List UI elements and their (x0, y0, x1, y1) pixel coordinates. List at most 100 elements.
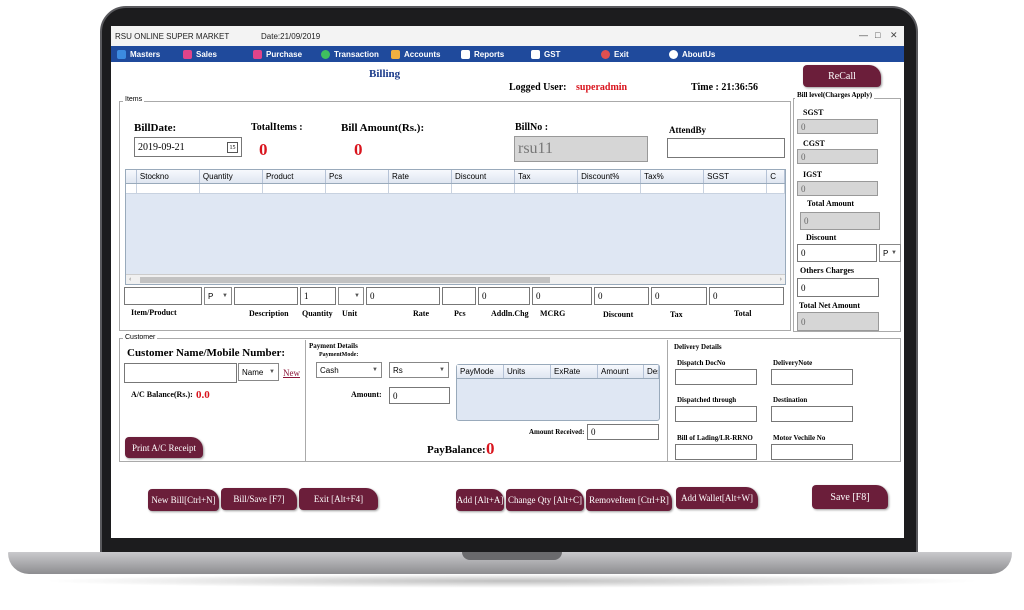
delivery-note-input[interactable] (771, 369, 853, 385)
search-by-value: Name (242, 367, 264, 377)
new-bill-button[interactable]: New Bill[Ctrl+N] (148, 489, 219, 511)
col-units[interactable]: Units (504, 365, 551, 378)
payment-mode-label: PaymentMode: (319, 352, 359, 358)
rate-input[interactable]: 0 (366, 287, 440, 305)
new-customer-link[interactable]: New (283, 368, 300, 378)
menu-sales[interactable]: Sales (183, 48, 217, 60)
col-product[interactable]: Product (263, 170, 326, 183)
bill-of-lading-input[interactable] (675, 444, 757, 460)
amount-input[interactable]: 0 (389, 387, 450, 404)
remove-item-button[interactable]: RemoveItem [Ctrl+R] (586, 489, 672, 511)
pcs-input[interactable] (442, 287, 476, 305)
others-charges-input[interactable]: 0 (797, 278, 879, 297)
dispatched-through-label: Dispatched through (677, 396, 737, 404)
menu-bar: Masters Sales Purchase Transaction Accou… (111, 46, 904, 62)
menu-label: Exit (614, 49, 629, 59)
total-input[interactable]: 0 (709, 287, 784, 305)
menu-accounts[interactable]: Accounts (391, 48, 440, 60)
col-sgst[interactable]: SGST (704, 170, 768, 183)
menu-gst[interactable]: GST (531, 48, 560, 60)
col-description[interactable]: Des (644, 365, 659, 378)
item-product-input[interactable] (124, 287, 202, 305)
col-tax-pct[interactable]: Tax% (641, 170, 705, 183)
col-paymode[interactable]: PayMode (457, 365, 504, 378)
chevron-down-icon: ▼ (354, 293, 360, 299)
title-date: Date:21/09/2019 (261, 32, 321, 41)
col-quantity[interactable]: Quantity (200, 170, 263, 183)
menu-label: GST (544, 49, 561, 59)
table-row[interactable] (126, 184, 786, 194)
mcrg-input[interactable]: 0 (532, 287, 592, 305)
exit-button[interactable]: Exit [Alt+F4] (299, 488, 378, 510)
dispatch-docno-input[interactable] (675, 369, 757, 385)
calendar-icon[interactable]: 15 (227, 142, 238, 153)
bill-discount-input[interactable]: 0 (797, 244, 877, 262)
menu-purchase[interactable]: Purchase (253, 48, 302, 60)
col-amount[interactable]: Amount (598, 365, 644, 378)
currency-select[interactable]: Rs ▼ (389, 362, 449, 378)
bill-discount-type-select[interactable]: P ▼ (879, 244, 901, 262)
ac-balance-value: 0.0 (196, 389, 210, 401)
menu-exit[interactable]: Exit (601, 48, 629, 60)
attend-by-input[interactable] (667, 138, 785, 158)
delivery-title: Delivery Details (674, 343, 722, 351)
col-rate[interactable]: Rate (389, 170, 453, 183)
col-discount[interactable]: Discount (452, 170, 516, 183)
close-icon[interactable]: ✕ (890, 30, 898, 41)
minimize-icon[interactable]: — (859, 30, 868, 40)
sgst-field: 0 (797, 119, 878, 134)
items-grid-header: Stockno Quantity Product Pcs Rate Discou… (126, 170, 785, 184)
customer-name-input[interactable] (124, 363, 237, 383)
description-input[interactable] (234, 287, 298, 305)
items-grid[interactable]: Stockno Quantity Product Pcs Rate Discou… (125, 169, 786, 285)
payment-grid[interactable]: PayMode Units ExRate Amount Des (456, 364, 660, 421)
print-ac-receipt-button[interactable]: Print A/C Receipt (125, 437, 203, 458)
row-cell (325, 184, 390, 194)
quantity-input[interactable]: 1 (300, 287, 336, 305)
payment-mode-select[interactable]: Cash ▼ (316, 362, 382, 378)
items-legend: Items (123, 96, 145, 103)
item-type-select[interactable]: P ▼ (204, 287, 232, 305)
add-item-button[interactable]: Add [Alt+A] (456, 489, 504, 511)
scroll-thumb[interactable] (140, 277, 550, 283)
destination-input[interactable] (771, 406, 853, 422)
col-pcs[interactable]: Pcs (326, 170, 390, 183)
bill-save-button[interactable]: Bill/Save [F7] (221, 488, 297, 510)
unit-select[interactable]: ▼ (338, 287, 364, 305)
col-tax[interactable]: Tax (515, 170, 579, 183)
row-cell (389, 184, 453, 194)
items-grid-scrollbar[interactable]: ‹ › (126, 274, 785, 284)
customer-search-by-select[interactable]: Name ▼ (238, 363, 279, 381)
menu-transaction[interactable]: Transaction (321, 48, 379, 60)
bill-date-picker[interactable]: 2019-09-21 15 (134, 137, 242, 157)
add-wallet-button[interactable]: Add Wallet[Alt+W] (676, 487, 758, 509)
row-cell (199, 184, 263, 194)
bag-icon (183, 49, 192, 59)
menu-aboutus[interactable]: AboutUs (669, 48, 715, 60)
addln-chg-input[interactable]: 0 (478, 287, 530, 305)
menu-masters[interactable]: Masters (117, 48, 160, 60)
dispatched-through-input[interactable] (675, 406, 757, 422)
save-button[interactable]: Save [F8] (812, 485, 888, 509)
motor-vehicle-input[interactable] (771, 444, 853, 460)
amount-received-input[interactable]: 0 (587, 424, 659, 440)
pay-balance-value: 0 (486, 439, 495, 458)
recall-button[interactable]: ReCall (803, 65, 881, 87)
scroll-left-icon[interactable]: ‹ (129, 275, 131, 283)
change-qty-button[interactable]: Change Qty [Alt+C] (506, 489, 584, 511)
col-cgst[interactable]: C (767, 170, 785, 183)
col-discount-pct[interactable]: Discount% (578, 170, 642, 183)
row-cell (126, 184, 137, 194)
chevron-down-icon: ▼ (372, 367, 378, 373)
row-cell (136, 184, 200, 194)
col-exrate[interactable]: ExRate (551, 365, 598, 378)
maximize-icon[interactable]: □ (875, 30, 880, 40)
tax-input[interactable]: 0 (651, 287, 707, 305)
discount-input[interactable]: 0 (594, 287, 649, 305)
transaction-icon (321, 49, 330, 59)
exit-icon (601, 49, 610, 59)
col-stockno[interactable]: Stockno (137, 170, 200, 183)
scroll-right-icon[interactable]: › (780, 275, 782, 283)
menu-reports[interactable]: Reports (461, 48, 504, 60)
row-cell (767, 184, 786, 194)
